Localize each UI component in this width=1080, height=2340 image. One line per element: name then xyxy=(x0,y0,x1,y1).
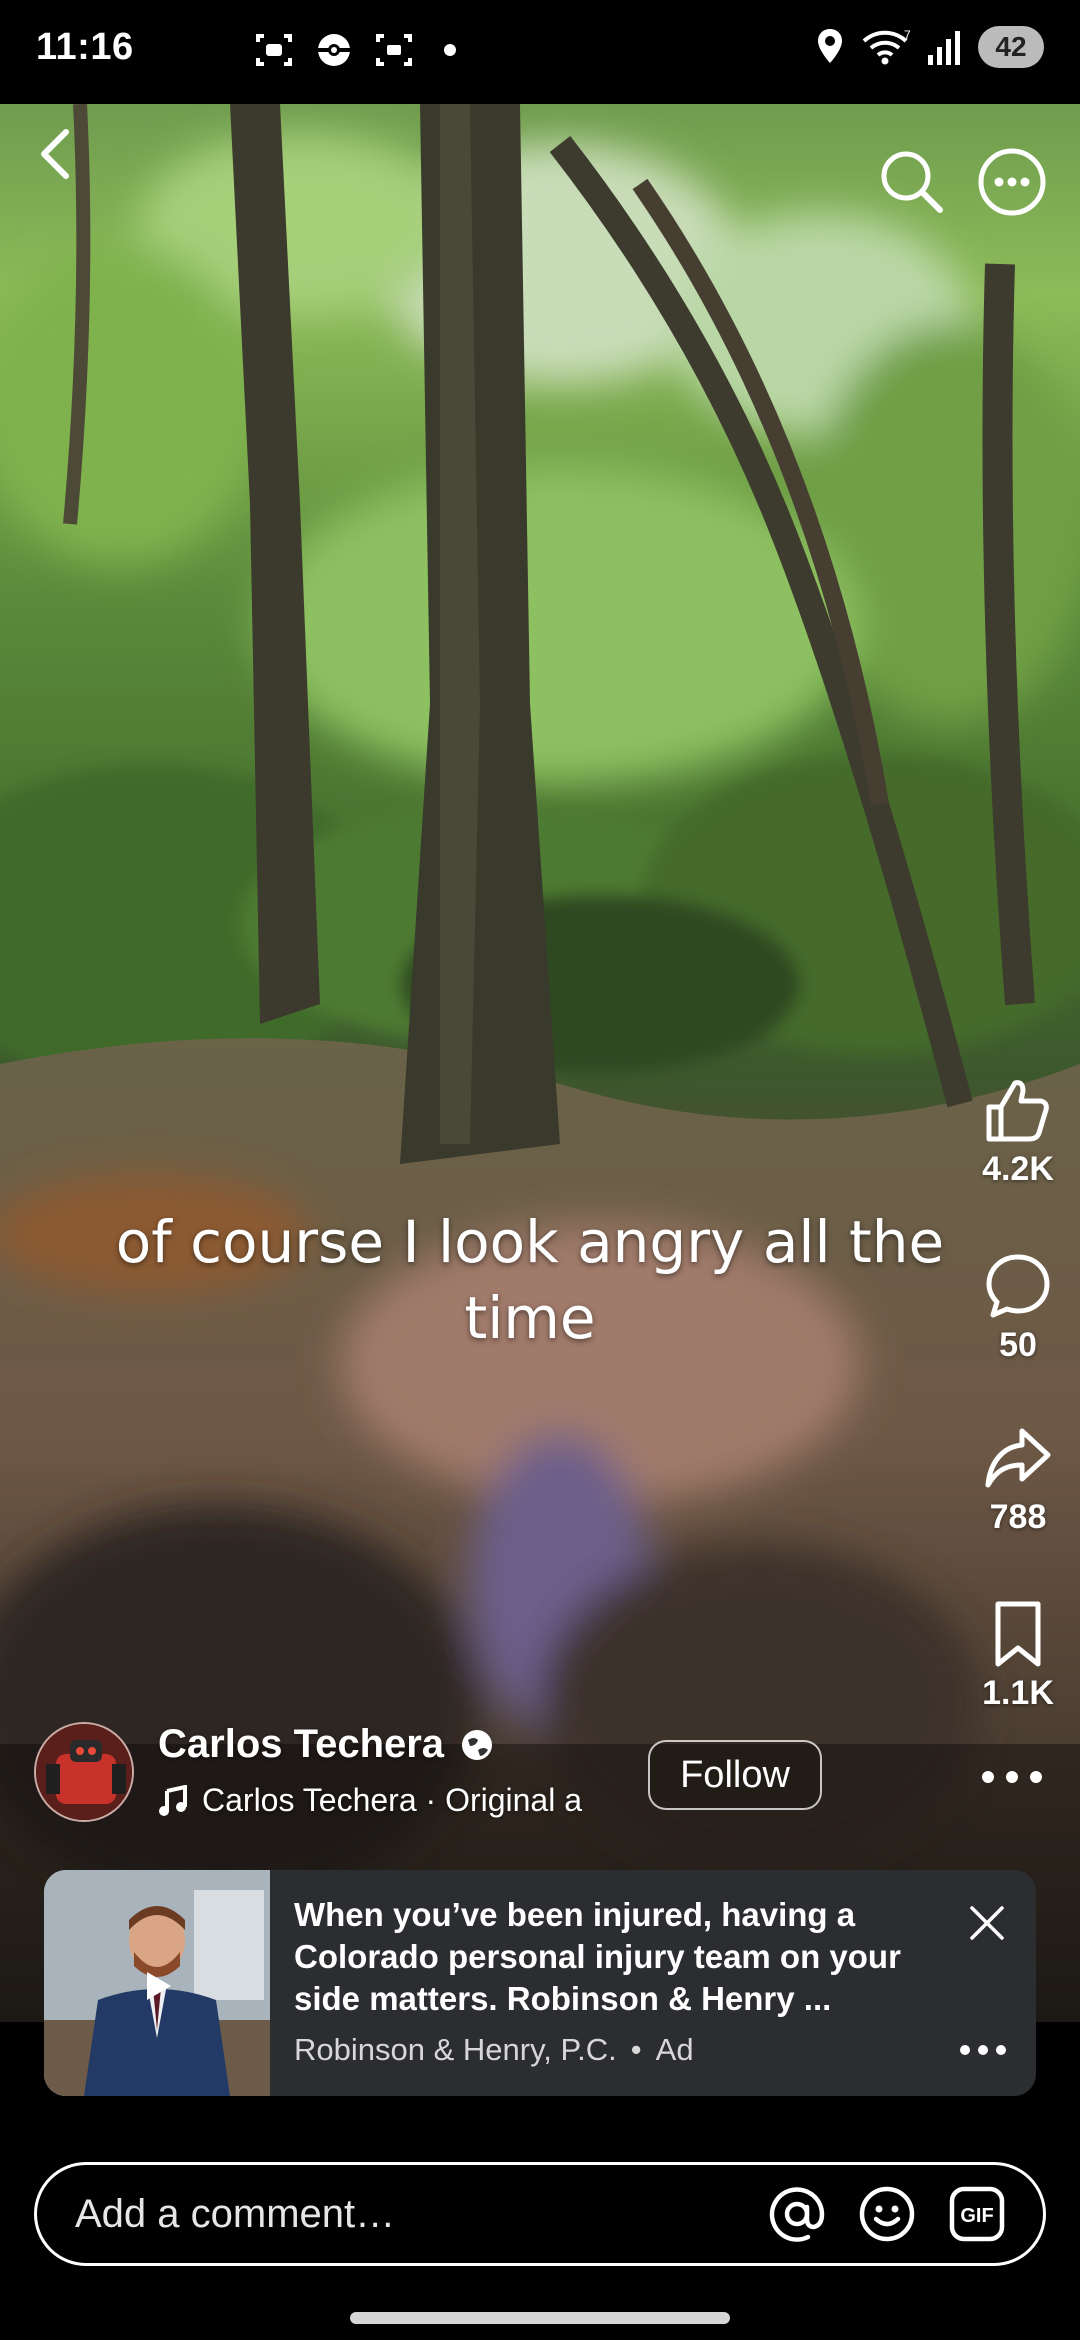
mention-button[interactable] xyxy=(765,2182,829,2246)
ad-label: Ad xyxy=(655,2032,694,2067)
author-avatar[interactable] xyxy=(34,1722,134,1822)
dot xyxy=(996,2045,1006,2055)
audio-track-label: Carlos Techera · Original a xyxy=(202,1782,583,1818)
ad-separator: • xyxy=(630,2032,642,2067)
author-name-row[interactable]: Carlos Techera xyxy=(158,1722,494,1767)
close-icon xyxy=(970,1906,1004,1940)
status-time: 11:16 xyxy=(36,26,134,68)
ad-video-thumbnail[interactable] xyxy=(44,1870,270,2096)
status-system-icons: 7 42 xyxy=(814,26,1044,68)
ad-headline[interactable]: When you’ve been injured, having a Color… xyxy=(294,1894,964,2020)
comment-action[interactable]: 50 xyxy=(968,1248,1068,1365)
more-circle-icon xyxy=(978,148,1046,216)
share-count: 788 xyxy=(989,1498,1047,1536)
gif-button[interactable]: GIF xyxy=(945,2182,1009,2246)
sponsored-ad-card[interactable]: When you’ve been injured, having a Color… xyxy=(44,1870,1036,2096)
globe-icon xyxy=(462,1729,493,1760)
chevron-left-icon xyxy=(41,129,69,179)
more-options-button[interactable] xyxy=(972,142,1052,222)
battery-indicator: 42 xyxy=(978,26,1044,68)
wifi-icon: 7 xyxy=(862,28,911,65)
author-name[interactable]: Carlos Techera xyxy=(158,1722,444,1767)
audio-track[interactable]: Carlos Techera · Original a xyxy=(158,1782,598,1819)
like-action[interactable]: 4.2K xyxy=(968,1072,1068,1189)
comment-bubble-icon xyxy=(986,1254,1050,1318)
home-indicator[interactable] xyxy=(350,2312,730,2324)
dot xyxy=(960,2045,970,2055)
post-more-options-icon[interactable] xyxy=(982,1764,1042,1790)
comment-composer[interactable]: GIF xyxy=(34,2162,1046,2266)
thumbs-up-icon xyxy=(986,1080,1049,1142)
dot xyxy=(978,2045,988,2055)
avatar-image xyxy=(36,1724,132,1820)
ad-sponsor-line[interactable]: Robinson & Henry, P.C. • Ad xyxy=(294,2032,694,2068)
back-button[interactable] xyxy=(16,114,96,194)
smiley-icon xyxy=(859,2186,915,2242)
ad-close-button[interactable] xyxy=(962,1898,1012,1948)
pokeball-icon xyxy=(318,34,350,66)
screen-record-icon xyxy=(256,34,292,66)
play-icon xyxy=(147,1972,171,2000)
share-button[interactable] xyxy=(980,1420,1056,1496)
follow-button[interactable]: Follow xyxy=(648,1740,822,1810)
location-icon xyxy=(818,29,842,63)
save-count: 1.1K xyxy=(982,1674,1054,1712)
status-bar: 11:16 7 42 xyxy=(0,0,1080,104)
status-notification-icons xyxy=(254,30,456,70)
screen-record-icon-2 xyxy=(376,34,412,66)
bookmark-icon xyxy=(995,1601,1041,1667)
dot xyxy=(982,1771,994,1783)
gif-icon: GIF xyxy=(949,2186,1005,2242)
emoji-button[interactable] xyxy=(855,2182,919,2246)
more-notifications-dot xyxy=(444,44,456,56)
comment-count: 50 xyxy=(999,1326,1037,1364)
ad-sponsor-name: Robinson & Henry, P.C. xyxy=(294,2032,617,2067)
ad-more-options-icon[interactable] xyxy=(960,2040,1006,2060)
comment-button[interactable] xyxy=(980,1248,1056,1324)
share-action[interactable]: 788 xyxy=(968,1420,1068,1537)
gif-label: GIF xyxy=(960,2205,993,2227)
search-icon xyxy=(881,151,943,213)
video-caption: of course I look angry all the time xyxy=(115,1208,945,1352)
save-action[interactable]: 1.1K xyxy=(968,1596,1068,1713)
wifi-label: 7 xyxy=(904,28,911,42)
at-sign-icon xyxy=(769,2187,825,2242)
dot xyxy=(1030,1771,1042,1783)
share-arrow-icon xyxy=(985,1428,1051,1488)
search-button[interactable] xyxy=(872,142,952,222)
cell-signal-icon xyxy=(928,31,960,65)
like-count: 4.2K xyxy=(982,1150,1054,1188)
like-button[interactable] xyxy=(980,1072,1056,1148)
music-note-icon xyxy=(159,1784,187,1816)
save-button[interactable] xyxy=(980,1596,1056,1672)
comment-input[interactable] xyxy=(75,2191,765,2237)
dot xyxy=(1006,1771,1018,1783)
